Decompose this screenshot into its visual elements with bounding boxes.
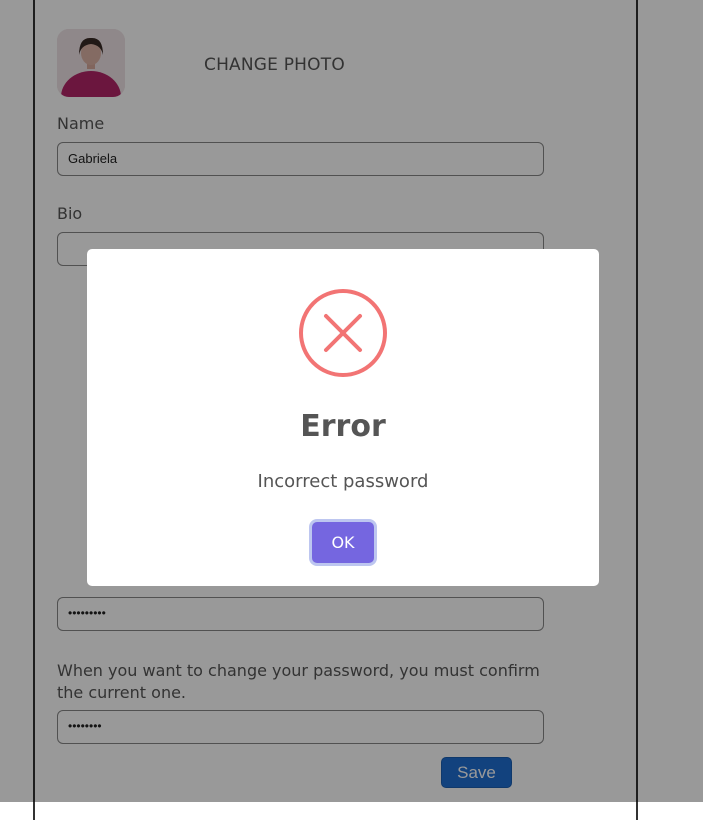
error-x-icon [299, 289, 387, 377]
dialog-message: Incorrect password [257, 471, 429, 492]
error-dialog: Error Incorrect password OK [87, 249, 599, 586]
ok-button[interactable]: OK [312, 522, 374, 563]
dialog-title: Error [300, 409, 386, 444]
